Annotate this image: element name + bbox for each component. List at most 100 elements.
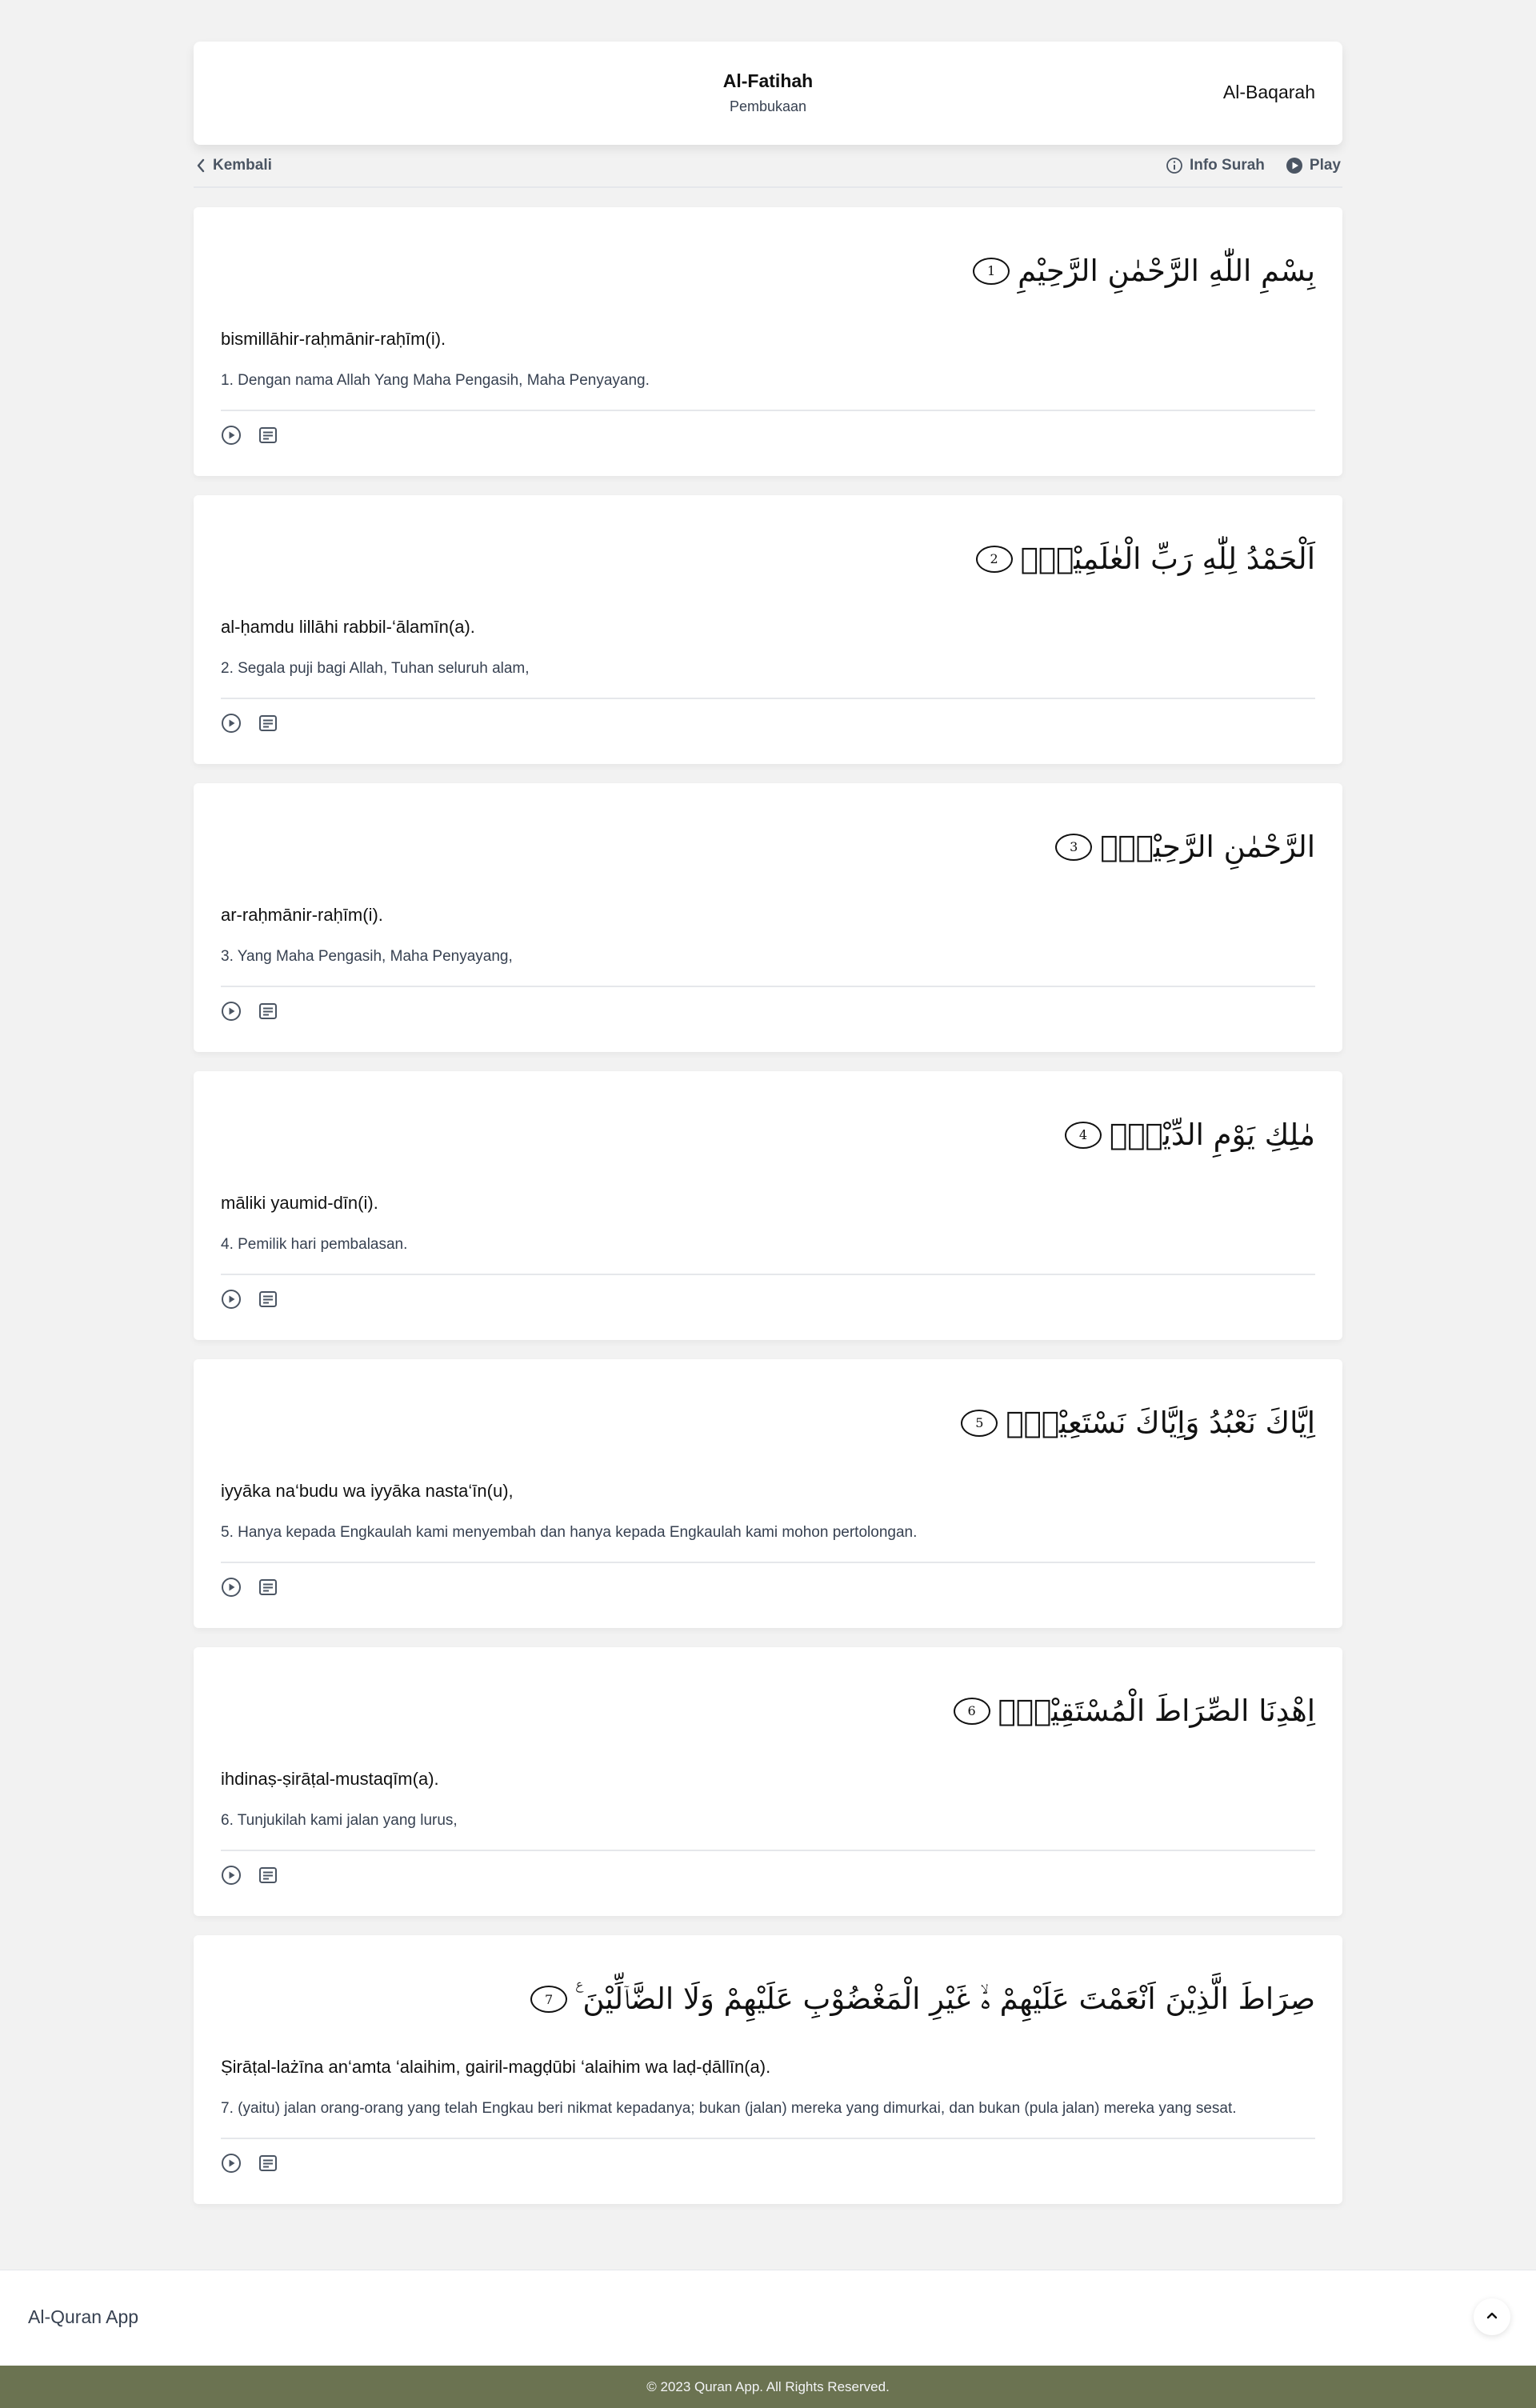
ayah-number: 2 [990,551,998,566]
info-circle-icon [1166,157,1183,174]
ayah-translation: 6. Tunjukilah kami jalan yang lurus, [221,1812,458,1829]
ayah-arabic-row: 6 اِهْدِنَا الصِّرَاطَ الْمُسْتَقِيْمَۙ [953,1694,1315,1728]
ayah-number: 3 [1070,839,1078,854]
back-button[interactable]: Kembali [195,157,272,174]
ayah-actions [221,1577,278,1602]
ayah-arabic-row: 4 مٰلِكِ يَوْمِ الدِّيْنِۗ [1065,1118,1315,1152]
ayah-number-badge: 6 [953,1697,990,1725]
ayah-arabic-text: اِيَّاكَ نَعْبُدُ وَاِيَّاكَ نَسْتَعِيْن… [1006,1406,1315,1440]
play-circle-icon [1286,157,1303,174]
ayah-arabic-row: 7 صِرَاطَ الَّذِيْنَ اَنْعَمْتَ عَلَيْهِ… [530,1982,1315,2017]
play-label: Play [1309,157,1341,174]
footer: Al-Quran App [0,2270,1536,2366]
ayah-translation: 2. Segala puji bagi Allah, Tuhan seluruh… [221,660,530,677]
ayah-transliteration: māliki yaumid-dīn(i). [221,1193,378,1213]
ayah-divider [221,2138,1315,2139]
ayah-transliteration: ihdinaṣ-ṣirāṭal-mustaqīm(a). [221,1769,439,1789]
ayah-number: 5 [975,1415,984,1430]
play-surah-button[interactable]: Play [1286,157,1341,174]
ayah-divider [221,1562,1315,1563]
ayah-transliteration: bismillāhir-raḥmānir-raḥīm(i). [221,329,446,349]
document-lines-icon[interactable] [258,1289,278,1314]
ayah-actions [221,2153,278,2178]
ayah-number-badge: 7 [530,1986,568,2013]
play-circle-icon[interactable] [221,1289,242,1314]
play-circle-icon[interactable] [221,1865,242,1890]
ayah-divider [221,698,1315,699]
ayah-arabic-text: اَلْحَمْدُ لِلّٰهِ رَبِّ الْعٰلَمِيْنَۙ [1020,542,1315,576]
ayah-arabic-row: 3 الرَّحْمٰنِ الرَّحِيْمِۙ [1055,830,1315,864]
ayah-translation: 5. Hanya kepada Engkaulah kami menyembah… [221,1524,918,1541]
ayah-translation: 3. Yang Maha Pengasih, Maha Penyayang, [221,948,513,965]
info-surah-button[interactable]: Info Surah [1166,157,1265,174]
next-surah-link[interactable]: Al-Baqarah [1223,82,1315,103]
ayah-number-badge: 1 [973,257,1010,285]
info-surah-label: Info Surah [1189,157,1265,174]
document-lines-icon[interactable] [258,713,278,738]
footer-brand: Al-Quran App [28,2306,139,2327]
ayah-card-3: 3 الرَّحْمٰنِ الرَّحِيْمِۙ ar-raḥmānir-r… [194,783,1342,1052]
document-lines-icon[interactable] [258,425,278,450]
ayah-divider [221,410,1315,411]
ayah-divider [221,1850,1315,1851]
ayah-arabic-row: 1 بِسْمِ اللّٰهِ الرَّحْمٰنِ الرَّحِيْمِ [973,254,1315,288]
surah-title-block: Al-Fatihah Pembukaan [194,70,1342,115]
chevron-left-icon [195,158,206,174]
ayah-number-badge: 5 [961,1409,998,1437]
ayah-actions [221,425,278,450]
scroll-to-top-button[interactable] [1474,2298,1510,2335]
ayah-card-7: 7 صِرَاطَ الَّذِيْنَ اَنْعَمْتَ عَلَيْهِ… [194,1935,1342,2204]
ayah-arabic-text: صِرَاطَ الَّذِيْنَ اَنْعَمْتَ عَلَيْهِمْ… [575,1982,1315,2016]
ayah-actions [221,1001,278,1026]
ayah-card-1: 1 بِسْمِ اللّٰهِ الرَّحْمٰنِ الرَّحِيْمِ… [194,207,1342,476]
ayah-card-4: 4 مٰلِكِ يَوْمِ الدِّيْنِۗ māliki yaumid… [194,1071,1342,1340]
ayah-actions [221,713,278,738]
ayah-number: 4 [1078,1127,1088,1142]
ayah-number: 6 [967,1703,976,1718]
ayah-list: 1 بِسْمِ اللّٰهِ الرَّحْمٰنِ الرَّحِيْمِ… [194,207,1342,2204]
play-circle-icon[interactable] [221,1577,242,1602]
ayah-arabic-text: الرَّحْمٰنِ الرَّحِيْمِۙ [1100,830,1315,864]
ayah-arabic-row: 2 اَلْحَمْدُ لِلّٰهِ رَبِّ الْعٰلَمِيْنَ… [975,542,1315,576]
ayah-translation: 4. Pemilik hari pembalasan. [221,1236,408,1253]
surah-toolbar: Kembali Info Surah Play [194,145,1342,188]
ayah-translation: 7. (yaitu) jalan orang-orang yang telah … [221,2100,1237,2117]
play-circle-icon[interactable] [221,2153,242,2178]
ayah-arabic-row: 5 اِيَّاكَ نَعْبُدُ وَاِيَّاكَ نَسْتَعِي… [961,1406,1315,1440]
document-lines-icon[interactable] [258,1577,278,1602]
ayah-card-5: 5 اِيَّاكَ نَعْبُدُ وَاِيَّاكَ نَسْتَعِي… [194,1359,1342,1628]
document-lines-icon[interactable] [258,1865,278,1890]
ayah-number: 1 [987,263,996,278]
back-label: Kembali [213,157,272,174]
copyright-bar: © 2023 Quran App. All Rights Reserved. [0,2366,1536,2408]
play-circle-icon[interactable] [221,713,242,738]
play-circle-icon[interactable] [221,425,242,450]
ayah-actions [221,1865,278,1890]
chevron-up-icon [1486,2310,1498,2324]
ayah-transliteration: al-ḥamdu lillāhi rabbil-‘ālamīn(a). [221,617,475,637]
surah-header-card: Al-Fatihah Pembukaan Al-Baqarah [194,42,1342,145]
ayah-transliteration: Ṣirāṭal-lażīna an‘amta ‘alaihim, gairil-… [221,2057,771,2077]
surah-name: Al-Fatihah [722,70,814,91]
main-container: Al-Fatihah Pembukaan Al-Baqarah Kembali … [194,0,1342,2204]
ayah-divider [221,986,1315,987]
ayah-number-badge: 3 [1055,833,1093,861]
ayah-actions [221,1289,278,1314]
ayah-arabic-text: بِسْمِ اللّٰهِ الرَّحْمٰنِ الرَّحِيْمِ [1018,254,1315,288]
ayah-number: 7 [545,1991,554,2007]
ayah-card-2: 2 اَلْحَمْدُ لِلّٰهِ رَبِّ الْعٰلَمِيْنَ… [194,495,1342,764]
toolbar-actions: Info Surah Play [1166,157,1341,174]
ayah-card-6: 6 اِهْدِنَا الصِّرَاطَ الْمُسْتَقِيْمَۙ … [194,1647,1342,1916]
play-circle-icon[interactable] [221,1001,242,1026]
ayah-transliteration: iyyāka na‘budu wa iyyāka nasta‘īn(u), [221,1481,514,1501]
ayah-number-badge: 2 [975,545,1013,573]
surah-meaning: Pembukaan [729,98,807,114]
ayah-arabic-text: اِهْدِنَا الصِّرَاطَ الْمُسْتَقِيْمَۙ [998,1694,1315,1728]
ayah-number-badge: 4 [1065,1121,1102,1149]
document-lines-icon[interactable] [258,2153,278,2178]
document-lines-icon[interactable] [258,1001,278,1026]
ayah-divider [221,1274,1315,1275]
ayah-translation: 1. Dengan nama Allah Yang Maha Pengasih,… [221,372,650,389]
ayah-transliteration: ar-raḥmānir-raḥīm(i). [221,905,383,925]
ayah-arabic-text: مٰلِكِ يَوْمِ الدِّيْنِۗ [1110,1118,1315,1152]
